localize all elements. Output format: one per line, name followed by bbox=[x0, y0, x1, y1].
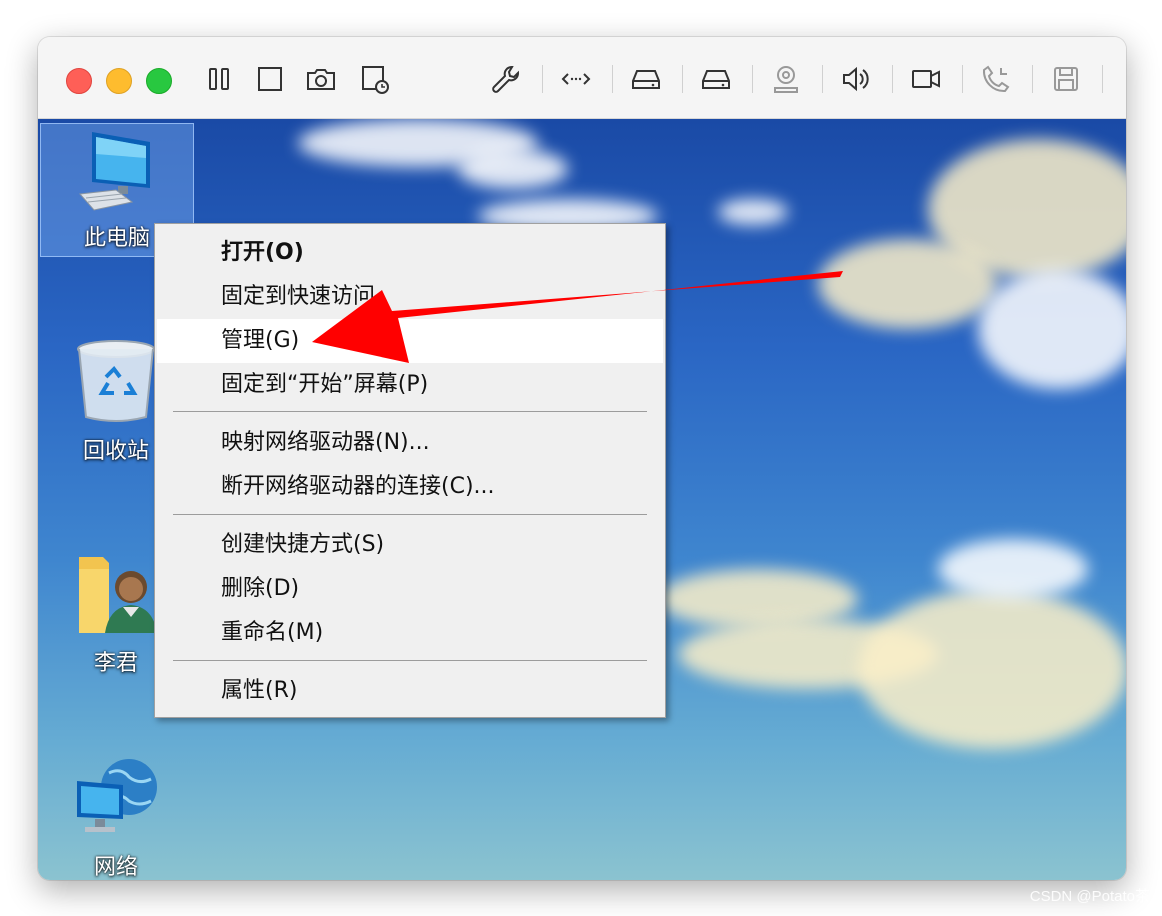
minimize-window-button[interactable] bbox=[106, 68, 132, 94]
wrench-icon[interactable] bbox=[488, 62, 522, 96]
menu-item-map-network-drive[interactable]: 映射网络驱动器(N)... bbox=[157, 421, 663, 465]
network-icon bbox=[71, 753, 161, 843]
close-window-button[interactable] bbox=[66, 68, 92, 94]
save-icon[interactable] bbox=[1049, 62, 1083, 96]
desktop: 此电脑 回收站 李君 网络 打开(O) 固定到快速访问 管理(G) 固定到“开始… bbox=[38, 119, 1126, 880]
ports-icon[interactable] bbox=[559, 62, 593, 96]
user-folder-icon bbox=[71, 549, 161, 639]
pause-icon[interactable] bbox=[202, 62, 236, 96]
speaker-icon[interactable] bbox=[839, 62, 873, 96]
menu-separator bbox=[173, 514, 647, 515]
watermark: CSDN @Potato茶 bbox=[1029, 888, 1150, 905]
desktop-icon-network[interactable]: 网络 bbox=[40, 753, 192, 880]
menu-item-delete[interactable]: 删除(D) bbox=[157, 567, 663, 611]
vm-window: 此电脑 回收站 李君 网络 打开(O) 固定到快速访问 管理(G) 固定到“开始… bbox=[38, 37, 1126, 880]
menu-item-pin-start[interactable]: 固定到“开始”屏幕(P) bbox=[157, 363, 663, 407]
disk-icon[interactable] bbox=[629, 62, 663, 96]
menu-item-rename[interactable]: 重命名(M) bbox=[157, 611, 663, 655]
title-bar bbox=[38, 37, 1126, 119]
desktop-icon-label: 网络 bbox=[93, 855, 138, 880]
menu-item-create-shortcut[interactable]: 创建快捷方式(S) bbox=[157, 523, 663, 567]
context-menu: 打开(O) 固定到快速访问 管理(G) 固定到“开始”屏幕(P) 映射网络驱动器… bbox=[154, 223, 666, 718]
disk2-icon[interactable] bbox=[699, 62, 733, 96]
menu-item-pin-quick-access[interactable]: 固定到快速访问 bbox=[157, 275, 663, 319]
video-icon[interactable] bbox=[909, 62, 943, 96]
menu-separator bbox=[173, 411, 647, 412]
recycle-bin-icon bbox=[71, 337, 161, 427]
menu-item-properties[interactable]: 属性(R) bbox=[157, 669, 663, 713]
computer-icon bbox=[72, 124, 162, 214]
menu-item-disconnect-network-drive[interactable]: 断开网络驱动器的连接(C)... bbox=[157, 465, 663, 509]
menu-separator bbox=[173, 660, 647, 661]
phone-icon[interactable] bbox=[979, 62, 1013, 96]
menu-item-open[interactable]: 打开(O) bbox=[157, 231, 663, 275]
stop-icon[interactable] bbox=[253, 62, 287, 96]
usb-icon[interactable] bbox=[769, 62, 803, 96]
camera-icon[interactable] bbox=[304, 62, 338, 96]
menu-item-manage[interactable]: 管理(G) bbox=[157, 319, 663, 363]
maximize-window-button[interactable] bbox=[146, 68, 172, 94]
snapshot-icon[interactable] bbox=[358, 62, 392, 96]
